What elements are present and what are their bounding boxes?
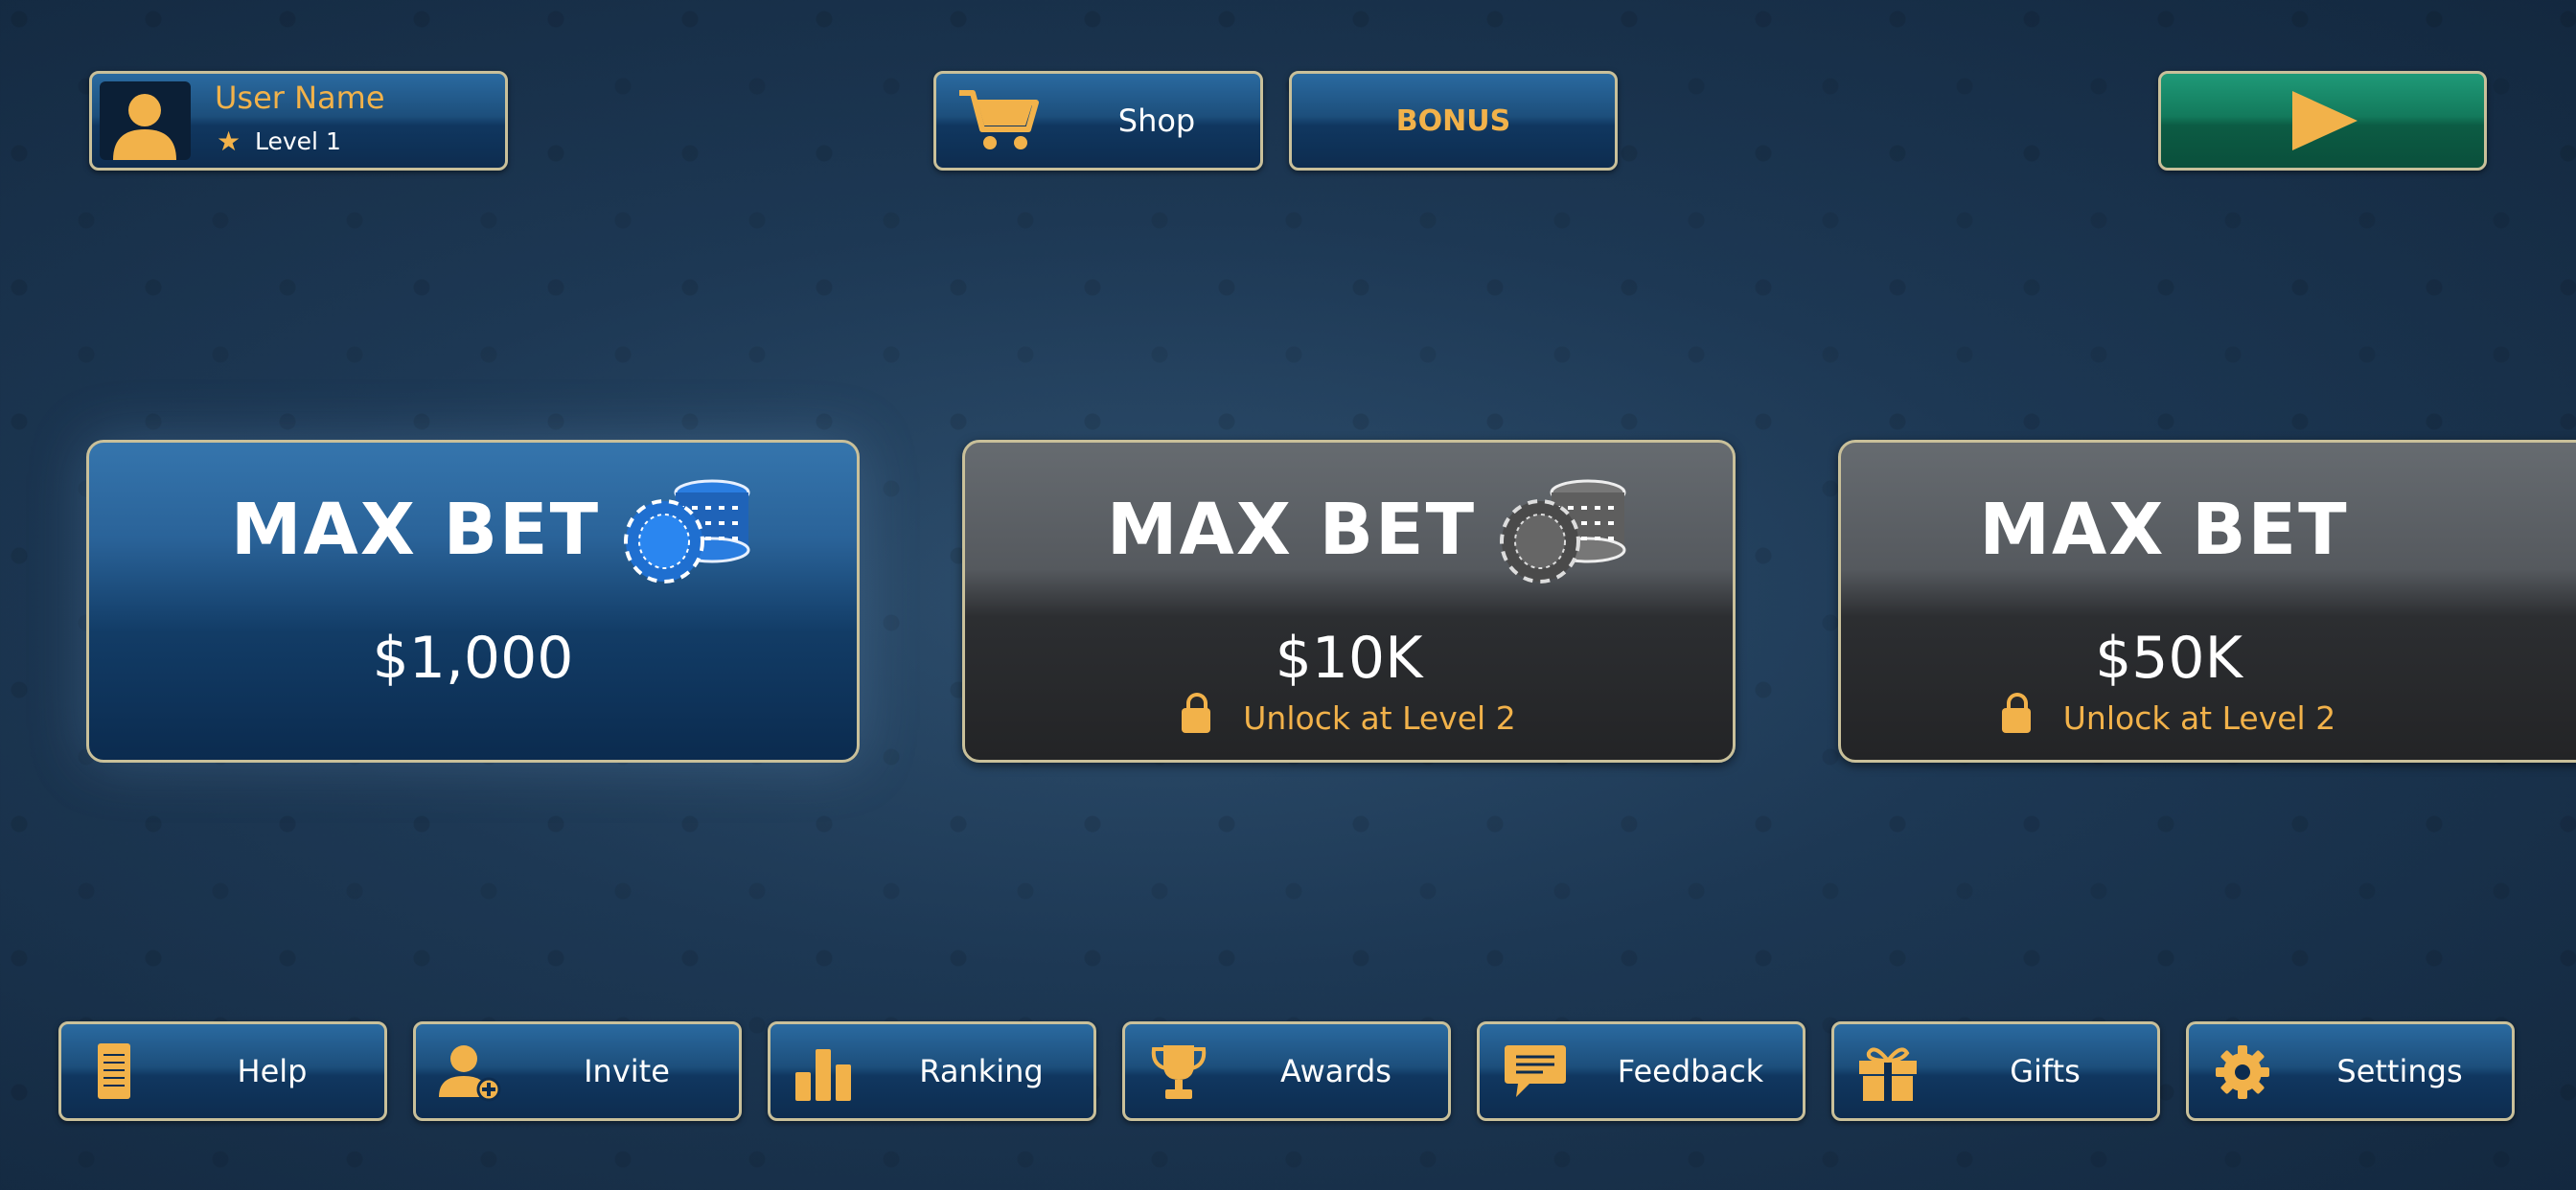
lock-icon: [1182, 692, 1211, 733]
invite-label: Invite: [584, 1053, 670, 1089]
card-amount: $10K: [1275, 625, 1423, 692]
settings-label: Settings: [2336, 1053, 2463, 1089]
card-amount: $50K: [2095, 625, 2242, 692]
gray-chips-icon: [1500, 479, 1626, 584]
invite-button[interactable]: Invite: [413, 1021, 742, 1121]
ranking-label: Ranking: [919, 1053, 1044, 1089]
help-button[interactable]: Help: [58, 1021, 387, 1121]
blue-chips-icon: [624, 479, 750, 584]
trophy-icon: [1151, 1045, 1207, 1099]
chat-bubble-icon: [1505, 1045, 1566, 1097]
username: User Name: [215, 80, 385, 116]
feedback-button[interactable]: Feedback: [1477, 1021, 1806, 1121]
gifts-label: Gifts: [2010, 1053, 2081, 1089]
bonus-button[interactable]: BONUS: [1289, 71, 1618, 171]
star-icon: ★: [217, 126, 242, 157]
user-avatar-icon: [113, 94, 176, 160]
gift-icon: [1859, 1047, 1917, 1101]
unlock-requirement: Unlock at Level 2: [965, 692, 1733, 737]
max-bet-card-10k[interactable]: MAX BET $10K Unlock at Level 2: [962, 440, 1736, 763]
card-amount: $1,000: [372, 625, 574, 692]
unlock-label: Unlock at Level 2: [1243, 699, 1516, 737]
unlock-requirement: Unlock at Level 2: [1841, 692, 2544, 737]
bar-chart-icon: [795, 1049, 851, 1101]
help-label: Help: [237, 1053, 308, 1089]
max-bet-card-1000[interactable]: MAX BET $1,000: [86, 440, 860, 763]
gear-icon: [2216, 1045, 2269, 1099]
add-user-icon: [439, 1045, 501, 1102]
avatar: [100, 81, 191, 160]
user-profile-button[interactable]: User Name ★ Level 1: [89, 71, 508, 171]
unlock-label: Unlock at Level 2: [2062, 699, 2336, 737]
awards-button[interactable]: Awards: [1122, 1021, 1451, 1121]
ranking-button[interactable]: Ranking: [768, 1021, 1096, 1121]
play-button[interactable]: [2158, 71, 2487, 171]
lock-icon: [2001, 692, 2031, 733]
shopping-cart-icon: [959, 90, 1039, 149]
play-icon: [2291, 91, 2358, 150]
shop-button[interactable]: Shop: [933, 71, 1263, 171]
settings-button[interactable]: Settings: [2186, 1021, 2515, 1121]
user-level: Level 1: [255, 127, 341, 155]
max-bet-card-50k[interactable]: MAX BET $50K Unlock at Level 2: [1838, 440, 2576, 763]
shop-label: Shop: [1117, 103, 1196, 139]
card-title: MAX BET: [1979, 489, 2349, 571]
gifts-button[interactable]: Gifts: [1831, 1021, 2160, 1121]
awards-label: Awards: [1280, 1053, 1392, 1089]
bonus-label: BONUS: [1395, 103, 1511, 138]
document-icon: [98, 1043, 130, 1099]
feedback-label: Feedback: [1617, 1053, 1764, 1089]
